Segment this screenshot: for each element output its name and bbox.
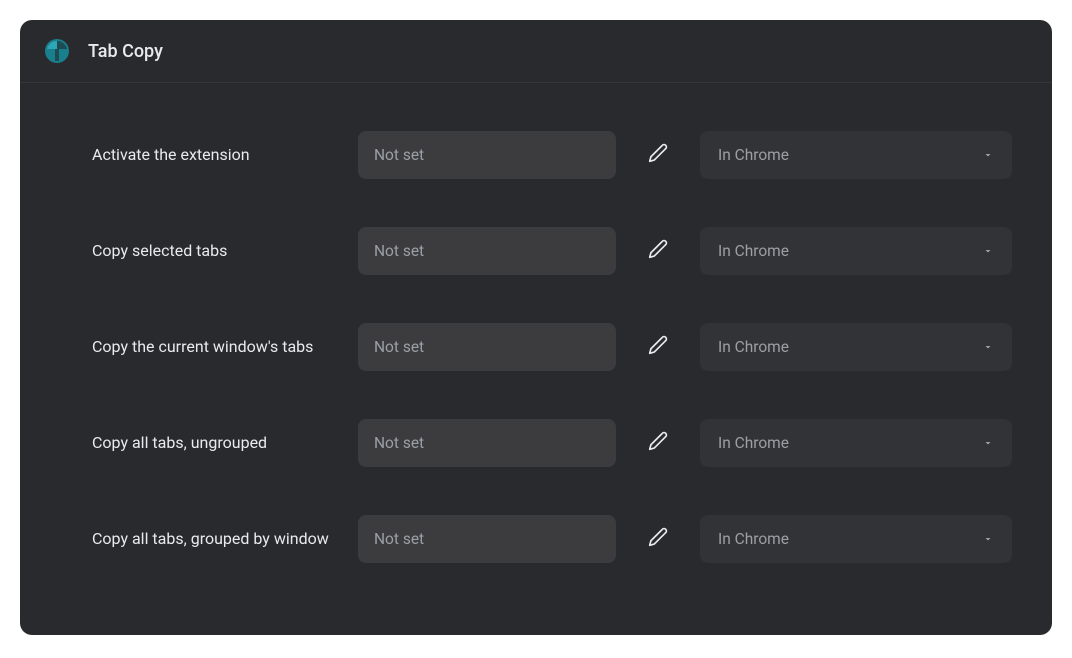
pencil-icon (648, 239, 668, 263)
shortcut-value: Not set (374, 530, 424, 548)
page-title: Tab Copy (88, 41, 163, 62)
scope-select[interactable]: In Chrome (700, 515, 1012, 563)
shortcuts-list: Activate the extension Not set In Chrome… (20, 83, 1052, 635)
edit-button[interactable] (636, 515, 680, 563)
shortcut-input[interactable]: Not set (358, 323, 616, 371)
scope-value: In Chrome (718, 242, 789, 260)
scope-select[interactable]: In Chrome (700, 323, 1012, 371)
edit-button[interactable] (636, 419, 680, 467)
scope-value: In Chrome (718, 146, 789, 164)
shortcut-value: Not set (374, 434, 424, 452)
edit-button[interactable] (636, 227, 680, 275)
pencil-icon (648, 335, 668, 359)
pencil-icon (648, 431, 668, 455)
shortcut-label: Copy all tabs, grouped by window (92, 515, 338, 550)
shortcut-input[interactable]: Not set (358, 131, 616, 179)
scope-value: In Chrome (718, 338, 789, 356)
shortcut-row: Copy all tabs, grouped by window Not set… (92, 491, 1012, 587)
edit-button[interactable] (636, 131, 680, 179)
shortcut-label: Copy all tabs, ungrouped (92, 419, 338, 454)
shortcut-row: Copy the current window's tabs Not set I… (92, 299, 1012, 395)
shortcut-value: Not set (374, 338, 424, 356)
shortcut-label: Activate the extension (92, 131, 338, 166)
scope-value: In Chrome (718, 434, 789, 452)
card-header: Tab Copy (20, 20, 1052, 83)
shortcuts-card: Tab Copy Activate the extension Not set … (20, 20, 1052, 635)
shortcut-value: Not set (374, 242, 424, 260)
scope-select[interactable]: In Chrome (700, 419, 1012, 467)
shortcut-row: Copy selected tabs Not set In Chrome (92, 203, 1012, 299)
shortcut-label: Copy selected tabs (92, 227, 338, 262)
extension-icon (44, 38, 70, 64)
caret-down-icon (982, 341, 994, 353)
caret-down-icon (982, 533, 994, 545)
shortcut-input[interactable]: Not set (358, 515, 616, 563)
caret-down-icon (982, 437, 994, 449)
shortcut-input[interactable]: Not set (358, 419, 616, 467)
scope-select[interactable]: In Chrome (700, 227, 1012, 275)
scope-select[interactable]: In Chrome (700, 131, 1012, 179)
pencil-icon (648, 143, 668, 167)
shortcut-row: Activate the extension Not set In Chrome (92, 107, 1012, 203)
shortcut-input[interactable]: Not set (358, 227, 616, 275)
caret-down-icon (982, 149, 994, 161)
scope-value: In Chrome (718, 530, 789, 548)
edit-button[interactable] (636, 323, 680, 371)
pencil-icon (648, 527, 668, 551)
shortcut-row: Copy all tabs, ungrouped Not set In Chro… (92, 395, 1012, 491)
shortcut-label: Copy the current window's tabs (92, 323, 338, 358)
caret-down-icon (982, 245, 994, 257)
shortcut-value: Not set (374, 146, 424, 164)
